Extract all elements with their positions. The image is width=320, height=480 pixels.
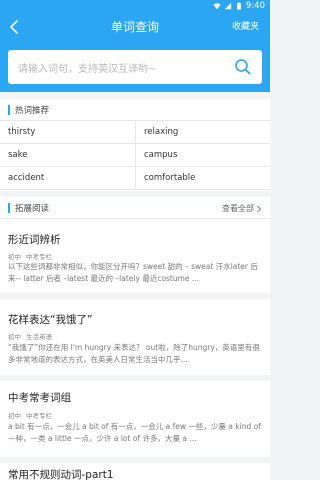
hot-words-title: 热词推荐 [15,106,50,116]
article-list: 形近词辨析 初中 中考专栏 以下这些词都非常相似，你能区分开吗？sweet 甜的 … [0,219,270,480]
view-all-link[interactable]: 查看全部 [222,203,262,214]
article-tags: 初中 生活英语 [8,331,57,341]
article-item[interactable]: 形近词辨析 初中 中考专栏 以下这些词都非常相似，你能区分开吗？sweet 甜的 … [0,219,270,293]
status-time: 9:40 [245,1,265,11]
hot-word-item[interactable]: accident [0,167,135,190]
search-icon[interactable] [234,58,252,76]
search-band: 请输入词句，支持英汉互译哟~ [0,42,270,92]
page-title: 单词查询 [110,20,159,34]
hot-word-item[interactable]: thirsty [0,121,135,144]
search-placeholder: 请输入词句，支持英汉互译哟~ [18,64,157,75]
article-tags: 初中 中考专栏 [8,251,57,261]
status-bar: 9:40 [0,0,270,12]
hot-words-header: 热词推荐 [0,99,270,121]
article-tag: 初中 [8,412,21,420]
battery-icon [236,2,241,10]
article-tag: 初中 [8,333,21,341]
article-tag: 初中 [8,253,21,261]
extended-reading-title: 拓展阅读 [15,204,50,214]
hot-words-grid: thirsty relaxing sake campus accident co… [0,121,270,191]
section-accent-bar [8,203,10,213]
article-tag: 中考专栏 [26,412,52,420]
article-title: 常用不规则动词-part1 [8,469,114,480]
article-item[interactable]: 中考常考词组 初中 中考专栏 a bit 有一点，一会儿 a bit of 有一点… [0,381,270,457]
favorites-button[interactable]: 收藏夹 [232,21,259,33]
article-tag: 中考专栏 [26,253,52,261]
article-excerpt: 以下这些词都非常相似，你能区分开吗？sweet 甜的 – sweat 汗水lat… [8,262,258,283]
hot-word-item[interactable]: comfortable [135,167,270,190]
view-all-label: 查看全部 [222,204,254,213]
article-tags: 初中 中考专栏 [8,410,57,420]
article-tag: 生活英语 [26,333,52,341]
hot-word-item[interactable]: sake [0,144,135,167]
wifi-icon [213,3,221,10]
article-item[interactable]: 花样表达“我饿了” 初中 生活英语 “我饿了”你还在用 I'm hungry 来表… [0,299,270,375]
hot-word-item[interactable]: campus [135,144,270,167]
extended-reading-header: 拓展阅读 查看全部 [0,197,270,219]
section-accent-bar [8,105,10,115]
app-bar: 单词查询 收藏夹 [0,12,270,42]
article-title: 中考常考词组 [8,392,71,404]
search-input[interactable]: 请输入词句，支持英汉互译哟~ [8,50,262,84]
signal-icon [224,2,232,10]
article-item[interactable]: 常用不规则动词-part1 [0,463,270,480]
chevron-right-icon [257,205,262,212]
article-excerpt: a bit 有一点，一会儿 a bit of 有一点，一会儿 a few 一些，… [8,422,261,443]
article-excerpt: “我饿了”你还在用 I'm hungry 来表达？ out啦，除了hungry，… [8,343,260,364]
article-title: 花样表达“我饿了” [8,314,93,326]
hot-word-item[interactable]: relaxing [135,121,270,144]
article-title: 形近词辨析 [8,234,61,246]
